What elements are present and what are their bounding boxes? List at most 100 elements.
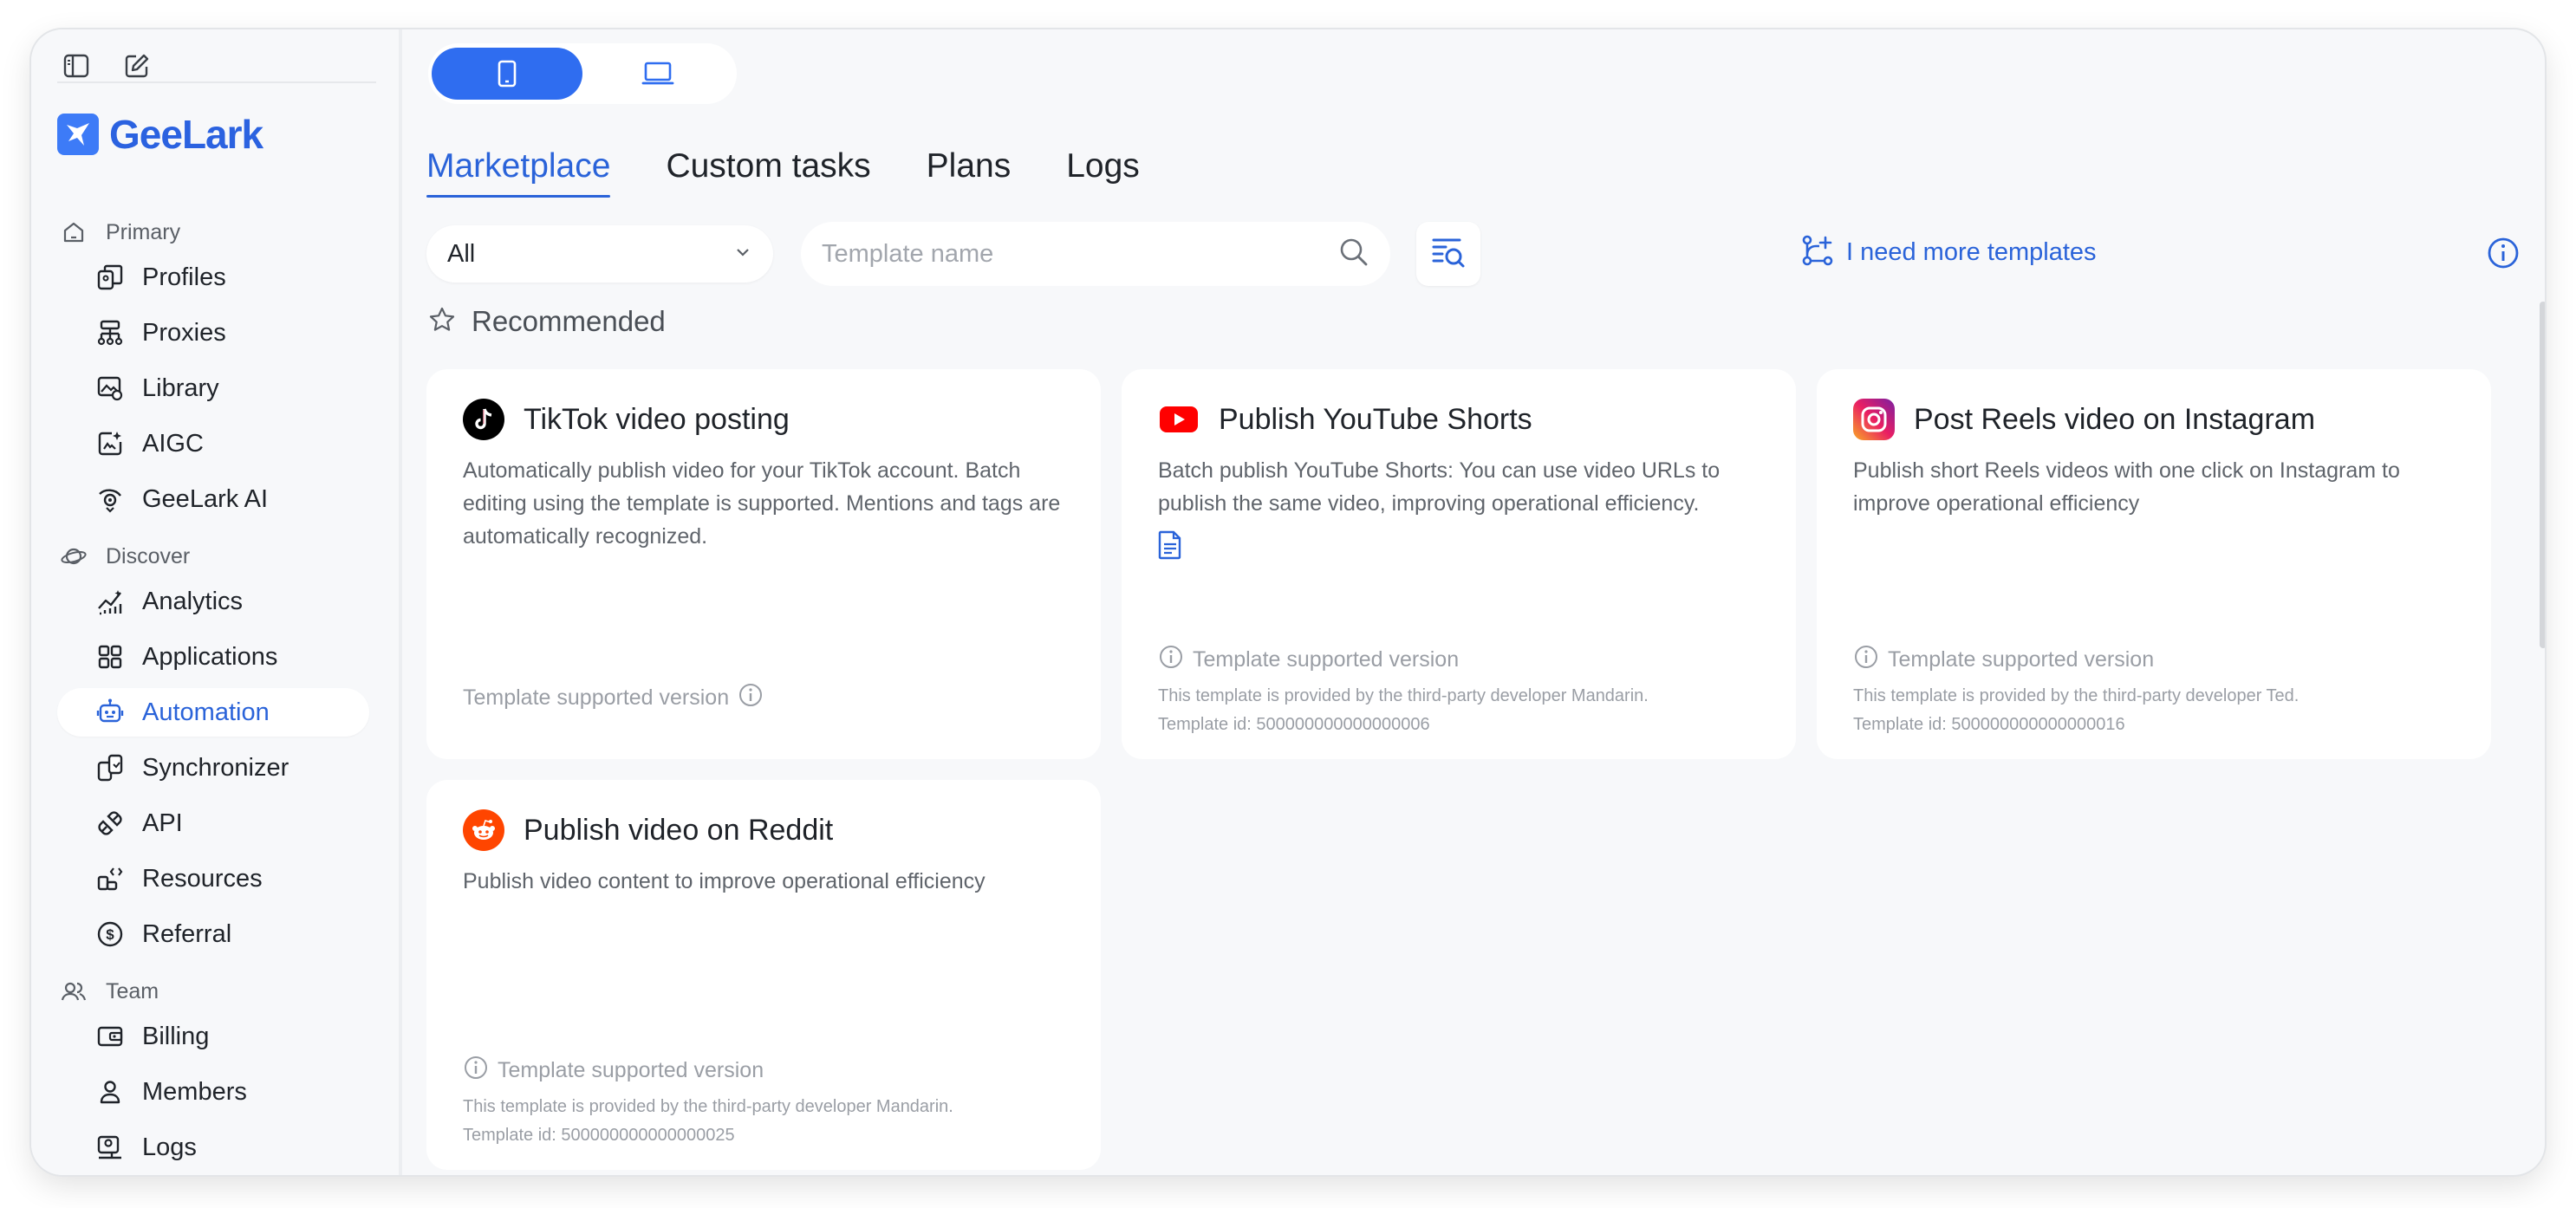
sidebar-item-automation[interactable]: Automation	[57, 688, 369, 737]
section-discover: Discover	[57, 539, 190, 574]
template-card-reddit[interactable]: Publish video on Reddit Publish video co…	[426, 780, 1101, 1170]
sidebar-item-geelark-ai[interactable]: GeeLark AI	[57, 475, 369, 523]
team-icon	[57, 975, 90, 1008]
sidebar-item-library[interactable]: Library	[57, 364, 369, 412]
brand[interactable]: GeeLark	[57, 109, 263, 159]
sidebar-item-proxies[interactable]: Proxies	[57, 308, 369, 357]
sidebar-item-label: Members	[142, 1077, 247, 1106]
sidebar-item-members[interactable]: Members	[57, 1068, 369, 1116]
phone-mode-button[interactable]	[432, 48, 582, 100]
toggle-sidebar-icon[interactable]	[57, 47, 95, 85]
tab-logs[interactable]: Logs	[1066, 147, 1140, 198]
card-title: Publish video on Reddit	[524, 813, 834, 847]
divider	[57, 81, 376, 83]
template-id: Template id: 500000000000000016	[1853, 715, 2125, 734]
sidebar-item-label: Billing	[142, 1022, 210, 1050]
supported-version-row: Template supported version	[1853, 644, 2299, 676]
sidebar-item-profiles[interactable]: Profiles	[57, 253, 369, 302]
info-icon[interactable]	[738, 682, 764, 714]
developer-line: This template is provided by the third-p…	[1853, 686, 2300, 705]
info-icon[interactable]	[1853, 644, 1879, 676]
sidebar-item-logs[interactable]: Logs	[57, 1123, 369, 1172]
section-label: Primary	[106, 219, 181, 244]
sidebar-item-label: Library	[142, 373, 219, 402]
new-note-icon[interactable]	[118, 47, 156, 85]
sidebar-item-billing[interactable]: Billing	[57, 1012, 369, 1061]
sidebar-item-referral[interactable]: $ Referral	[57, 910, 369, 958]
more-templates-link[interactable]: I need more templates	[1801, 234, 2097, 271]
card-title: Publish YouTube Shorts	[1219, 402, 1532, 436]
resources-icon	[94, 862, 127, 895]
youtube-logo-icon	[1158, 399, 1200, 440]
card-description: Automatically publish video for your Tik…	[463, 458, 1061, 549]
sidebar: GeeLark Primary Profiles Proxies Library…	[31, 29, 399, 1175]
sidebar-item-label: Proxies	[142, 318, 226, 347]
section-primary: Primary	[57, 215, 180, 250]
template-card-youtube[interactable]: Publish YouTube Shorts Batch publish You…	[1122, 369, 1796, 759]
sidebar-item-label: API	[142, 809, 183, 837]
supported-version-row: Template supported version	[1158, 644, 1649, 676]
info-icon[interactable]	[463, 1055, 489, 1087]
section-team: Team	[57, 974, 159, 1009]
section-label: Team	[106, 978, 159, 1003]
automation-icon	[94, 696, 127, 729]
chevron-down-icon	[733, 246, 752, 263]
info-icon[interactable]	[1158, 644, 1184, 676]
template-search-input[interactable]	[822, 239, 1307, 269]
tab-marketplace[interactable]: Marketplace	[426, 147, 611, 198]
logs-icon	[94, 1131, 127, 1164]
template-card-instagram[interactable]: Post Reels video on Instagram Publish sh…	[1817, 369, 2491, 759]
advanced-search-button[interactable]	[1416, 222, 1480, 286]
search-box	[801, 222, 1390, 286]
sidebar-item-label: Applications	[142, 642, 278, 671]
instagram-logo-icon	[1853, 399, 1895, 440]
sidebar-item-resources[interactable]: Resources	[57, 854, 369, 903]
template-id: Template id: 500000000000000025	[463, 1126, 735, 1145]
list-search-icon	[1431, 235, 1466, 274]
sidebar-item-analytics[interactable]: Analytics	[57, 577, 369, 626]
aigc-icon	[94, 427, 127, 460]
tab-bar: Marketplace Custom tasks Plans Logs	[426, 147, 1140, 198]
home-icon	[57, 216, 90, 249]
geelark-ai-icon	[94, 483, 127, 516]
sidebar-item-aigc[interactable]: AIGC	[57, 419, 369, 468]
members-icon	[94, 1075, 127, 1108]
sidebar-item-label: Profiles	[142, 263, 226, 291]
synchronizer-icon	[94, 751, 127, 784]
tab-plans[interactable]: Plans	[927, 147, 1012, 198]
referral-icon: $	[94, 918, 127, 951]
sidebar-item-label: Synchronizer	[142, 753, 289, 782]
template-id: Template id: 500000000000000006	[1158, 715, 1430, 734]
card-description: Batch publish YouTube Shorts: You can us…	[1158, 458, 1721, 516]
supported-version-row: Template supported version	[463, 1055, 953, 1087]
tab-custom-tasks[interactable]: Custom tasks	[666, 147, 870, 198]
profiles-icon	[94, 261, 127, 294]
proxies-icon	[94, 316, 127, 349]
sidebar-item-synchronizer[interactable]: Synchronizer	[57, 744, 369, 792]
category-select[interactable]: All	[426, 225, 773, 283]
applications-icon	[94, 640, 127, 673]
template-request-icon	[1801, 234, 1834, 271]
search-icon[interactable]	[1338, 237, 1369, 272]
desktop-mode-button[interactable]	[582, 48, 733, 100]
billing-icon	[94, 1020, 127, 1053]
sidebar-item-api[interactable]: API	[57, 799, 369, 848]
geelark-logo-icon	[57, 114, 99, 155]
card-description: Publish short Reels videos with one clic…	[1853, 458, 2400, 516]
reddit-logo-icon	[463, 809, 504, 851]
api-icon	[94, 807, 127, 840]
sidebar-item-applications[interactable]: Applications	[57, 633, 369, 681]
sidebar-item-label: AIGC	[142, 429, 204, 458]
device-toggle	[428, 43, 737, 104]
library-icon	[94, 372, 127, 405]
category-select-value: All	[447, 239, 476, 268]
more-templates-label: I need more templates	[1846, 238, 2097, 266]
version-label: Template supported version	[463, 685, 730, 710]
scrollbar[interactable]	[2540, 302, 2545, 648]
document-icon[interactable]	[1158, 530, 1186, 562]
developer-line: This template is provided by the third-p…	[463, 1097, 953, 1116]
sidebar-item-label: Analytics	[142, 587, 244, 615]
info-icon[interactable]	[2484, 234, 2522, 272]
supported-version-row: Template supported version	[463, 682, 764, 714]
template-card-tiktok[interactable]: TikTok video posting Automatically publi…	[426, 369, 1101, 759]
